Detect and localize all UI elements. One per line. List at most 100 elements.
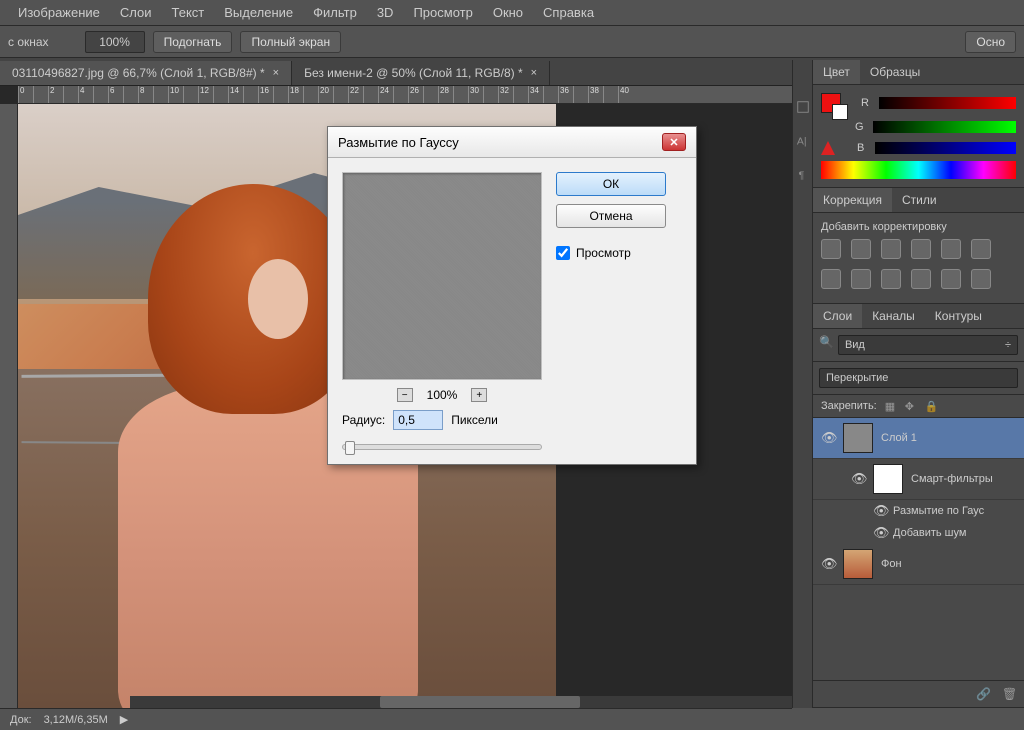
visibility-icon[interactable]: 👁: [873, 525, 887, 541]
tab-styles[interactable]: Стили: [892, 188, 947, 212]
layer-item[interactable]: 👁 Смарт-фильтры: [813, 459, 1024, 500]
smart-filter-item[interactable]: 👁 Добавить шум: [813, 522, 1024, 544]
radius-label: Радиус:: [342, 413, 385, 427]
visibility-icon[interactable]: 👁: [821, 556, 835, 572]
svg-text:A|: A|: [796, 136, 806, 148]
cancel-button[interactable]: Отмена: [556, 204, 666, 228]
menu-view[interactable]: Просмотр: [403, 5, 482, 20]
link-icon[interactable]: 🔗: [976, 687, 990, 701]
svg-text:¶: ¶: [798, 170, 804, 182]
other-button[interactable]: Осно: [965, 31, 1016, 53]
balance-icon[interactable]: [821, 269, 841, 289]
tab-layers[interactable]: Слои: [813, 304, 862, 328]
zoom-in-button[interactable]: +: [471, 388, 487, 402]
vibrance-icon[interactable]: [941, 239, 961, 259]
dialog-title-text: Размытие по Гауссу: [338, 135, 459, 150]
menu-help[interactable]: Справка: [533, 5, 604, 20]
posterize-icon[interactable]: [971, 269, 991, 289]
ok-button[interactable]: ОК: [556, 172, 666, 196]
radius-unit: Пиксели: [451, 413, 498, 427]
dialog-titlebar[interactable]: Размытие по Гауссу ✕: [328, 127, 696, 158]
paragraph-icon[interactable]: ¶: [796, 168, 810, 182]
foreground-color-swatch[interactable]: [821, 93, 841, 113]
smart-filter-item[interactable]: 👁 Размытие по Гаус: [813, 500, 1024, 522]
lock-all-icon[interactable]: 🔒: [925, 400, 937, 412]
doc-tab-1-label: 03110496827.jpg @ 66,7% (Слой 1, RGB/8#)…: [12, 66, 265, 80]
channel-mixer-icon[interactable]: [911, 269, 931, 289]
photo-filter-icon[interactable]: [881, 269, 901, 289]
warning-icon: [821, 141, 835, 155]
visibility-icon[interactable]: 👁: [873, 503, 887, 519]
hue-icon[interactable]: [971, 239, 991, 259]
preview-checkbox-label: Просмотр: [576, 246, 631, 260]
zoom-out-button[interactable]: −: [397, 388, 413, 402]
scrollbar-horizontal[interactable]: [130, 696, 792, 708]
tab-adjustments[interactable]: Коррекция: [813, 188, 892, 212]
lock-pixels-icon[interactable]: ▦: [885, 400, 897, 412]
visibility-icon[interactable]: 👁: [851, 471, 865, 487]
ruler-horizontal[interactable]: 02 46 810 1214 1618 2022 2426 2830 3234 …: [18, 86, 792, 104]
menu-layers[interactable]: Слои: [110, 5, 162, 20]
layer-thumbnail[interactable]: [873, 464, 903, 494]
tab-swatches[interactable]: Образцы: [860, 60, 930, 84]
doc-tab-2[interactable]: Без имени-2 @ 50% (Слой 11, RGB/8) * ×: [292, 61, 550, 85]
close-button[interactable]: ✕: [662, 133, 686, 151]
menu-image[interactable]: Изображение: [8, 5, 110, 20]
filter-name: Добавить шум: [893, 527, 966, 539]
visibility-icon[interactable]: 👁: [821, 430, 835, 446]
tab-channels[interactable]: Каналы: [862, 304, 925, 328]
layer-item[interactable]: 👁 Фон: [813, 544, 1024, 585]
menu-filter[interactable]: Фильтр: [303, 5, 367, 20]
scrollbar-thumb[interactable]: [380, 696, 580, 708]
lock-position-icon[interactable]: ✥: [905, 400, 917, 412]
fullscreen-button[interactable]: Полный экран: [240, 31, 341, 53]
layers-panel: Слои Каналы Контуры 🔍 Вид÷ Перекрытие За…: [813, 304, 1024, 708]
gaussian-blur-dialog: Размытие по Гауссу ✕ − 100% + Радиус: Пи…: [327, 126, 697, 465]
layer-name: Слой 1: [881, 432, 917, 444]
color-spectrum[interactable]: [821, 161, 1016, 179]
trash-icon[interactable]: 🗑: [1002, 687, 1016, 701]
zoom-value: 100%: [427, 388, 458, 402]
layer-item[interactable]: 👁 Слой 1: [813, 418, 1024, 459]
radius-input[interactable]: [393, 410, 443, 430]
background-color-swatch[interactable]: [832, 104, 848, 120]
preview-checkbox[interactable]: [556, 246, 570, 260]
layer-filter-kind[interactable]: Вид÷: [838, 335, 1018, 355]
layers-footer: 🔗 🗑: [813, 680, 1024, 707]
chevron-right-icon[interactable]: ▶: [120, 713, 128, 726]
ruler-vertical[interactable]: [0, 104, 18, 708]
layer-thumbnail[interactable]: [843, 549, 873, 579]
fit-button[interactable]: Подогнать: [153, 31, 233, 53]
curves-icon[interactable]: [881, 239, 901, 259]
levels-icon[interactable]: [851, 239, 871, 259]
preview-checkbox-row[interactable]: Просмотр: [556, 246, 666, 260]
blend-mode-select[interactable]: Перекрытие: [819, 368, 1018, 388]
bw-icon[interactable]: [851, 269, 871, 289]
r-slider[interactable]: [879, 97, 1016, 109]
character-icon[interactable]: A|: [796, 134, 810, 148]
zoom-percent-field[interactable]: 100%: [85, 31, 145, 53]
preview-image[interactable]: [342, 172, 542, 380]
exposure-icon[interactable]: [911, 239, 931, 259]
doc-tab-1[interactable]: 03110496827.jpg @ 66,7% (Слой 1, RGB/8#)…: [0, 61, 292, 85]
invert-icon[interactable]: [941, 269, 961, 289]
menu-window[interactable]: Окно: [483, 5, 533, 20]
menu-select[interactable]: Выделение: [214, 5, 303, 20]
close-icon[interactable]: ×: [273, 67, 279, 79]
search-icon[interactable]: 🔍: [819, 335, 834, 355]
close-icon[interactable]: ×: [531, 67, 537, 79]
radius-slider[interactable]: [342, 444, 542, 450]
tab-color[interactable]: Цвет: [813, 60, 860, 84]
menu-text[interactable]: Текст: [162, 5, 215, 20]
slider-thumb[interactable]: [345, 441, 355, 455]
docked-panel-strip: A| ¶: [792, 60, 812, 708]
brightness-icon[interactable]: [821, 239, 841, 259]
tab-paths[interactable]: Контуры: [925, 304, 992, 328]
b-slider[interactable]: [875, 142, 1016, 154]
menu-3d[interactable]: 3D: [367, 5, 404, 20]
options-bar: с окнах 100% Подогнать Полный экран Осно: [0, 26, 1024, 58]
layer-thumbnail[interactable]: [843, 423, 873, 453]
lock-label: Закрепить:: [821, 400, 877, 412]
history-icon[interactable]: [796, 100, 810, 114]
g-slider[interactable]: [873, 121, 1016, 133]
